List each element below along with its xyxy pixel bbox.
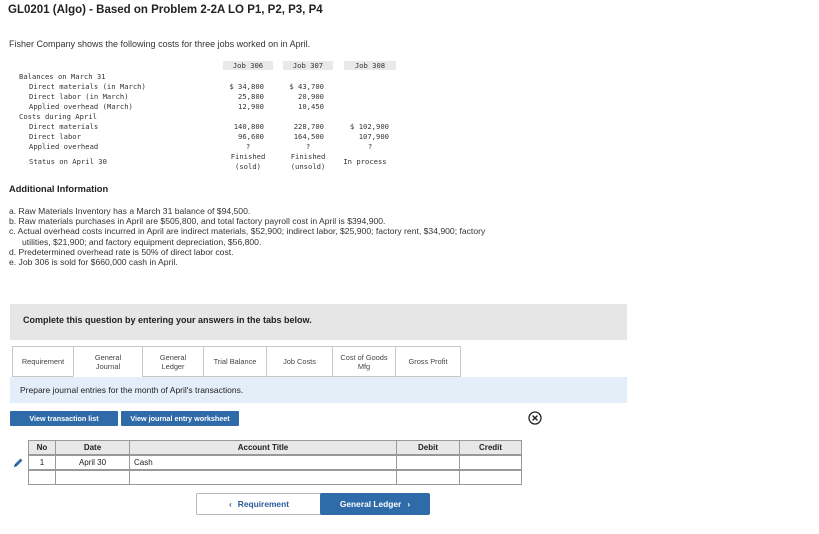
close-icon[interactable] xyxy=(528,411,542,425)
additional-info-list: a. Raw Materials Inventory has a March 3… xyxy=(9,206,809,267)
tab-label: Job Costs xyxy=(283,357,316,366)
cell-status-307: Finished xyxy=(290,152,326,161)
column-header-job-307: Job 307 xyxy=(283,61,333,70)
cell-dl-march-306: 25,800 xyxy=(238,92,264,101)
header-date: Date xyxy=(55,440,130,455)
cell-dm-april-306: 140,800 xyxy=(233,122,264,131)
row-date-cell[interactable]: April 30 xyxy=(55,455,130,470)
cell-status-307-sub: (unsold) xyxy=(290,162,326,171)
tab-instruction-panel: Prepare journal entries for the month of… xyxy=(10,377,627,403)
row-account-cell[interactable] xyxy=(129,470,397,485)
table-row: 1 April 30 Cash xyxy=(10,455,522,470)
previous-button-label: Requirement xyxy=(237,499,289,509)
instructions-text: Complete this question by entering your … xyxy=(23,315,312,325)
tab-requirement[interactable]: Requirement xyxy=(12,346,74,377)
header-credit: Credit xyxy=(459,440,522,455)
tab-label-line2: Ledger xyxy=(161,361,185,371)
row-label-status: Status on April 30 xyxy=(29,157,107,166)
tab-cost-of-goods-mfg[interactable]: Cost of Goods Mfg xyxy=(332,346,396,377)
view-journal-worksheet-button[interactable]: View journal entry worksheet xyxy=(121,411,239,426)
column-header-job-308: Job 308 xyxy=(344,61,396,70)
previous-requirement-button[interactable]: ‹ Requirement xyxy=(196,493,322,515)
tab-label-line2: Journal xyxy=(95,361,121,371)
page-title: GL0201 (Algo) - Based on Problem 2-2A LO… xyxy=(8,4,323,16)
cell-dm-march-306: $ 34,800 xyxy=(229,82,264,91)
tab-label: Trial Balance xyxy=(213,357,257,366)
cell-status-306-sub: (sold) xyxy=(235,162,261,171)
cell-dm-april-308: $ 102,900 xyxy=(350,122,389,131)
info-item-e: e. Job 306 is sold for $660,000 cash in … xyxy=(9,257,178,268)
journal-header-row: No Date Account Title Debit Credit xyxy=(10,440,522,455)
row-credit-cell[interactable] xyxy=(459,470,522,485)
tab-label-line2: Mfg xyxy=(357,361,371,371)
next-button-label: General Ledger xyxy=(339,499,402,509)
info-item-b: b. Raw materials purchases in April are … xyxy=(9,216,386,227)
table-row xyxy=(10,470,522,485)
tab-label: Requirement xyxy=(21,357,65,366)
row-label-dl-april: Direct labor xyxy=(29,132,81,141)
cell-oh-april-308: ? xyxy=(367,142,373,151)
row-no-cell xyxy=(28,470,56,485)
row-label-oh-march: Applied overhead (March) xyxy=(29,102,133,111)
row-account-cell[interactable]: Cash xyxy=(129,455,397,470)
info-item-c: c. Actual overhead costs incurred in Apr… xyxy=(9,226,486,237)
additional-info-title: Additional Information xyxy=(9,184,109,194)
tab-label-line1: General xyxy=(159,352,187,362)
cell-status-306: Finished xyxy=(230,152,266,161)
tab-instruction-text: Prepare journal entries for the month of… xyxy=(20,385,244,395)
row-label-oh-april: Applied overhead xyxy=(29,142,99,151)
tab-general-journal[interactable]: General Journal xyxy=(73,346,143,377)
section-label-april: Costs during April xyxy=(19,112,97,121)
tab-general-ledger[interactable]: General Ledger xyxy=(142,346,204,377)
cell-oh-april-307: ? xyxy=(305,142,311,151)
row-label-dl-march: Direct labor (in March) xyxy=(29,92,129,101)
tab-trial-balance[interactable]: Trial Balance xyxy=(203,346,267,377)
tab-label-line1: General xyxy=(94,352,122,362)
info-item-d: d. Predetermined overhead rate is 50% of… xyxy=(9,246,234,257)
cell-dl-march-307: 20,900 xyxy=(298,92,324,101)
cell-oh-march-307: 10,450 xyxy=(298,102,324,111)
row-date-cell[interactable] xyxy=(55,470,130,485)
tab-label-line1: Cost of Goods xyxy=(340,352,388,362)
tab-label: Gross Profit xyxy=(408,357,448,366)
intro-text: Fisher Company shows the following costs… xyxy=(9,39,311,49)
view-transaction-list-button[interactable]: View transaction list xyxy=(10,411,118,426)
info-item-a: a. Raw Materials Inventory has a March 3… xyxy=(9,206,251,216)
row-no-cell: 1 xyxy=(28,455,56,470)
header-no: No xyxy=(28,440,56,455)
cell-oh-march-306: 12,900 xyxy=(238,102,264,111)
cell-dl-april-308: 107,900 xyxy=(358,132,389,141)
row-debit-cell[interactable] xyxy=(396,455,460,470)
cell-dm-april-307: 228,700 xyxy=(293,122,324,131)
next-general-ledger-button[interactable]: General Ledger › xyxy=(320,493,430,515)
cell-oh-april-306: ? xyxy=(245,142,251,151)
cell-status-308: In process xyxy=(343,157,387,166)
row-label-dm-march: Direct materials (in March) xyxy=(29,82,146,91)
chevron-left-icon: ‹ xyxy=(229,499,232,509)
tab-gross-profit[interactable]: Gross Profit xyxy=(395,346,461,377)
row-label-dm-april: Direct materials xyxy=(29,122,99,131)
header-account-title: Account Title xyxy=(129,440,397,455)
cell-dm-march-307: $ 43,700 xyxy=(289,82,324,91)
row-credit-cell[interactable] xyxy=(459,455,522,470)
tab-job-costs[interactable]: Job Costs xyxy=(266,346,333,377)
info-item-c-continued: utilities, $21,900; and factory equipmen… xyxy=(22,236,262,247)
chevron-right-icon: › xyxy=(407,499,411,509)
cell-dl-april-307: 164,500 xyxy=(293,132,324,141)
cell-dl-april-306: 96,600 xyxy=(238,132,264,141)
column-header-job-306: Job 306 xyxy=(223,61,273,70)
section-label-balances: Balances on March 31 xyxy=(19,72,106,81)
row-debit-cell[interactable] xyxy=(396,470,460,485)
header-debit: Debit xyxy=(396,440,460,455)
instructions-banner: Complete this question by entering your … xyxy=(10,304,627,340)
